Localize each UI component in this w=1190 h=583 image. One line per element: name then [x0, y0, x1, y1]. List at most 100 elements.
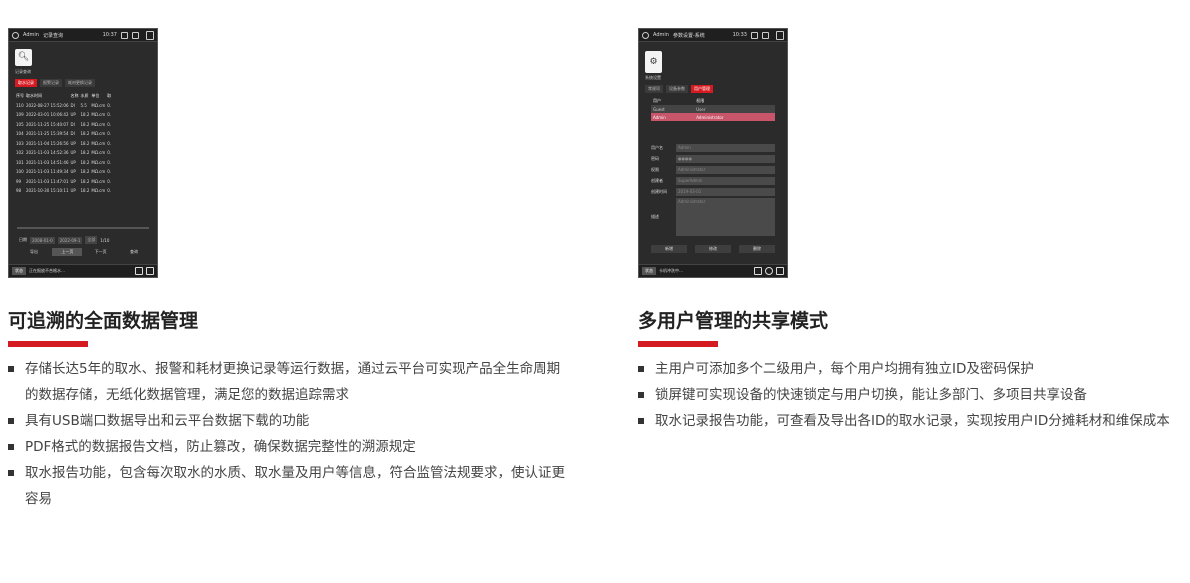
table-cell: 0. [107, 102, 112, 108]
password-input[interactable]: ●●●● [676, 154, 775, 163]
table-row[interactable]: 99 2021-11-03 11:47:01 UP 18.2 MΩ.cm 0. [15, 177, 112, 187]
user-icon [642, 31, 649, 39]
tab-consumable-records[interactable]: 耗材更换记录 [65, 79, 95, 87]
edit-user-button[interactable]: 修改 [695, 245, 731, 253]
user-fields: 用户名 Admin 密码 ●●●● 权限 Administrator 创建者 Super… [651, 142, 775, 237]
table-cell: DI [70, 131, 75, 137]
bullet-square-icon [8, 444, 14, 450]
table-cell: 110 [16, 102, 24, 108]
column-header: 取水时间 [26, 92, 42, 98]
list-item: 取水记录报告功能，可查看及导出各ID的取水记录，实现按用户ID分摊耗材和维保成本 [638, 408, 1190, 434]
accent-bar [638, 341, 718, 347]
table-cell: 0. [107, 178, 112, 184]
gear-icon[interactable] [765, 267, 773, 275]
table-cell: MΩ.cm [91, 188, 106, 194]
status-message: 正在报放不合格水… [29, 268, 65, 273]
table-row[interactable]: 104 2021-11-25 15:39:54 DI 18.2 MΩ.cm 0. [15, 129, 112, 139]
table-row[interactable]: 100 2021-11-03 11:49:34 UP 18.2 MΩ.cm 0. [15, 167, 112, 177]
table-row[interactable]: 110 2022-08-27 15:52:06 DI 5.5 MΩ.cm 0. [15, 101, 112, 111]
records-table: 序号 取水时间 名称 水质 单位 取 110 2022-08-27 15:52:0… [15, 91, 112, 196]
permission-select[interactable]: Administrator [676, 165, 775, 174]
table-header-row: 序号 取水时间 名称 水质 单位 取 [15, 91, 112, 101]
speaker-icon[interactable] [754, 267, 762, 275]
query-button[interactable]: 查询 [119, 248, 149, 256]
home-icon[interactable] [776, 267, 784, 275]
table-row[interactable]: Guest User [651, 105, 775, 113]
date-to-select[interactable]: 2022-09-1 [57, 236, 83, 244]
table-cell: 0. [107, 112, 112, 118]
table-cell: 2022-08-27 15:52:06 [26, 102, 69, 108]
table-row[interactable]: 101 2021-11-03 14:51:46 UP 18.2 MΩ.cm 0. [15, 158, 112, 168]
column-header: 水质 [80, 92, 89, 98]
table-cell: UP [70, 150, 76, 156]
section-heading: 可追溯的全面数据管理 [8, 310, 199, 332]
bullet-square-icon [638, 366, 644, 372]
home-icon[interactable] [146, 267, 154, 275]
prev-page-button[interactable]: 上一页 [52, 248, 83, 256]
table-row[interactable]: 98 2021-10-30 15:10:11 UP 18.2 MΩ.cm 0. [15, 186, 112, 196]
users-table: 用户 权限 Guest User Admin Administrator [651, 97, 775, 121]
usb-icon [121, 31, 128, 39]
table-row[interactable]: 102 2021-11-03 14:52:36 UP 18.2 MΩ.cm 0. [15, 148, 112, 158]
table-cell: 2021-11-03 11:49:34 [26, 169, 69, 175]
speaker-icon[interactable] [135, 267, 143, 275]
table-cell: Administrator [694, 113, 775, 121]
status-message: 卡机冲洗中… [659, 268, 683, 273]
date-from-select[interactable]: 2008-01-0 [30, 236, 55, 244]
device-time: 10:33 [732, 32, 747, 38]
table-cell: UP [70, 159, 76, 165]
tab-water-records[interactable]: 取水记录 [15, 79, 37, 87]
table-cell: Guest [651, 105, 695, 113]
next-page-button[interactable]: 下一页 [86, 248, 116, 256]
tab-alarm-records[interactable]: 报警记录 [40, 79, 62, 87]
table-cell: 99 [16, 178, 22, 184]
table-cell: 0. [107, 169, 112, 175]
table-row[interactable]: 105 2021-11-25 15:40:07 DI 18.2 MΩ.cm 0. [15, 120, 112, 130]
table-row[interactable]: 109 2022-03-01 10:06:42 UP 18.2 MΩ.cm 0. [15, 110, 112, 120]
list-item: 主用户可添加多个二级用户，每个用户均拥有独立ID及密码保护 [638, 356, 1190, 382]
device-screen-title: 参数设置-系统 [672, 32, 705, 39]
table-cell: MΩ.cm [91, 131, 106, 137]
table-row[interactable]: 103 2021-11-04 15:26:56 UP 18.2 MΩ.cm 0. [15, 139, 112, 149]
username-input[interactable]: Admin [676, 143, 775, 152]
table-cell: DI [70, 102, 75, 108]
field-creator: 创建者 SuperAdmin [651, 175, 775, 186]
table-cell: DI [70, 121, 75, 127]
table-cell: MΩ.cm [91, 121, 106, 127]
record-tabs: 取水记录 报警记录 耗材更换记录 [15, 79, 95, 87]
tab-general[interactable]: 常规项 [645, 85, 663, 93]
field-created-time: 创建时间 2019-03-01 [651, 186, 775, 197]
device-screenshot-record-query: Admin 记录查询 10:37 🔍︎ 记录查询 取水记录 报警记录 耗材更换记… [8, 28, 158, 278]
table-cell: 104 [16, 131, 24, 137]
table-cell: 0. [107, 121, 112, 127]
tab-device-params[interactable]: 设备参数 [666, 85, 688, 93]
table-cell: 2021-11-03 11:47:01 [26, 178, 69, 184]
user-button-row: 新增 修改 删除 [651, 245, 775, 253]
table-cell: 100 [16, 169, 24, 175]
table-row-selected[interactable]: Admin Administrator [651, 113, 775, 121]
table-cell: 2021-11-04 15:26:56 [26, 140, 69, 146]
settings-tabs: 常规项 设备参数 用户管理 [645, 85, 713, 93]
horizontal-scrollbar[interactable] [17, 227, 149, 229]
table-cell: 2021-11-25 15:40:07 [26, 121, 69, 127]
table-cell: Admin [651, 113, 695, 121]
table-cell: 101 [16, 159, 24, 165]
add-user-button[interactable]: 新增 [651, 245, 687, 253]
table-cell: UP [70, 140, 76, 146]
device-status-bar: 状态 卡机冲洗中… [639, 264, 787, 277]
table-cell: 18.2 [80, 150, 90, 156]
description-textarea[interactable]: Administrator [676, 198, 775, 236]
tab-user-management[interactable]: 用户管理 [691, 85, 713, 93]
table-cell: 0. [107, 159, 112, 165]
lock-icon[interactable] [146, 30, 154, 40]
created-time-value: 2019-03-01 [676, 187, 775, 196]
lock-icon[interactable] [776, 30, 784, 40]
export-button[interactable]: 导出 [19, 248, 49, 256]
list-item: PDF格式的数据报告文档，防止篡改，确保数据完整性的溯源规定 [8, 434, 568, 460]
delete-user-button[interactable]: 删除 [739, 245, 775, 253]
type-select[interactable]: 全部 [85, 236, 98, 244]
field-username: 用户名 Admin [651, 142, 775, 153]
device-user: Admin [653, 32, 669, 38]
column-header: 取 [107, 92, 112, 98]
table-cell: UP [70, 169, 76, 175]
